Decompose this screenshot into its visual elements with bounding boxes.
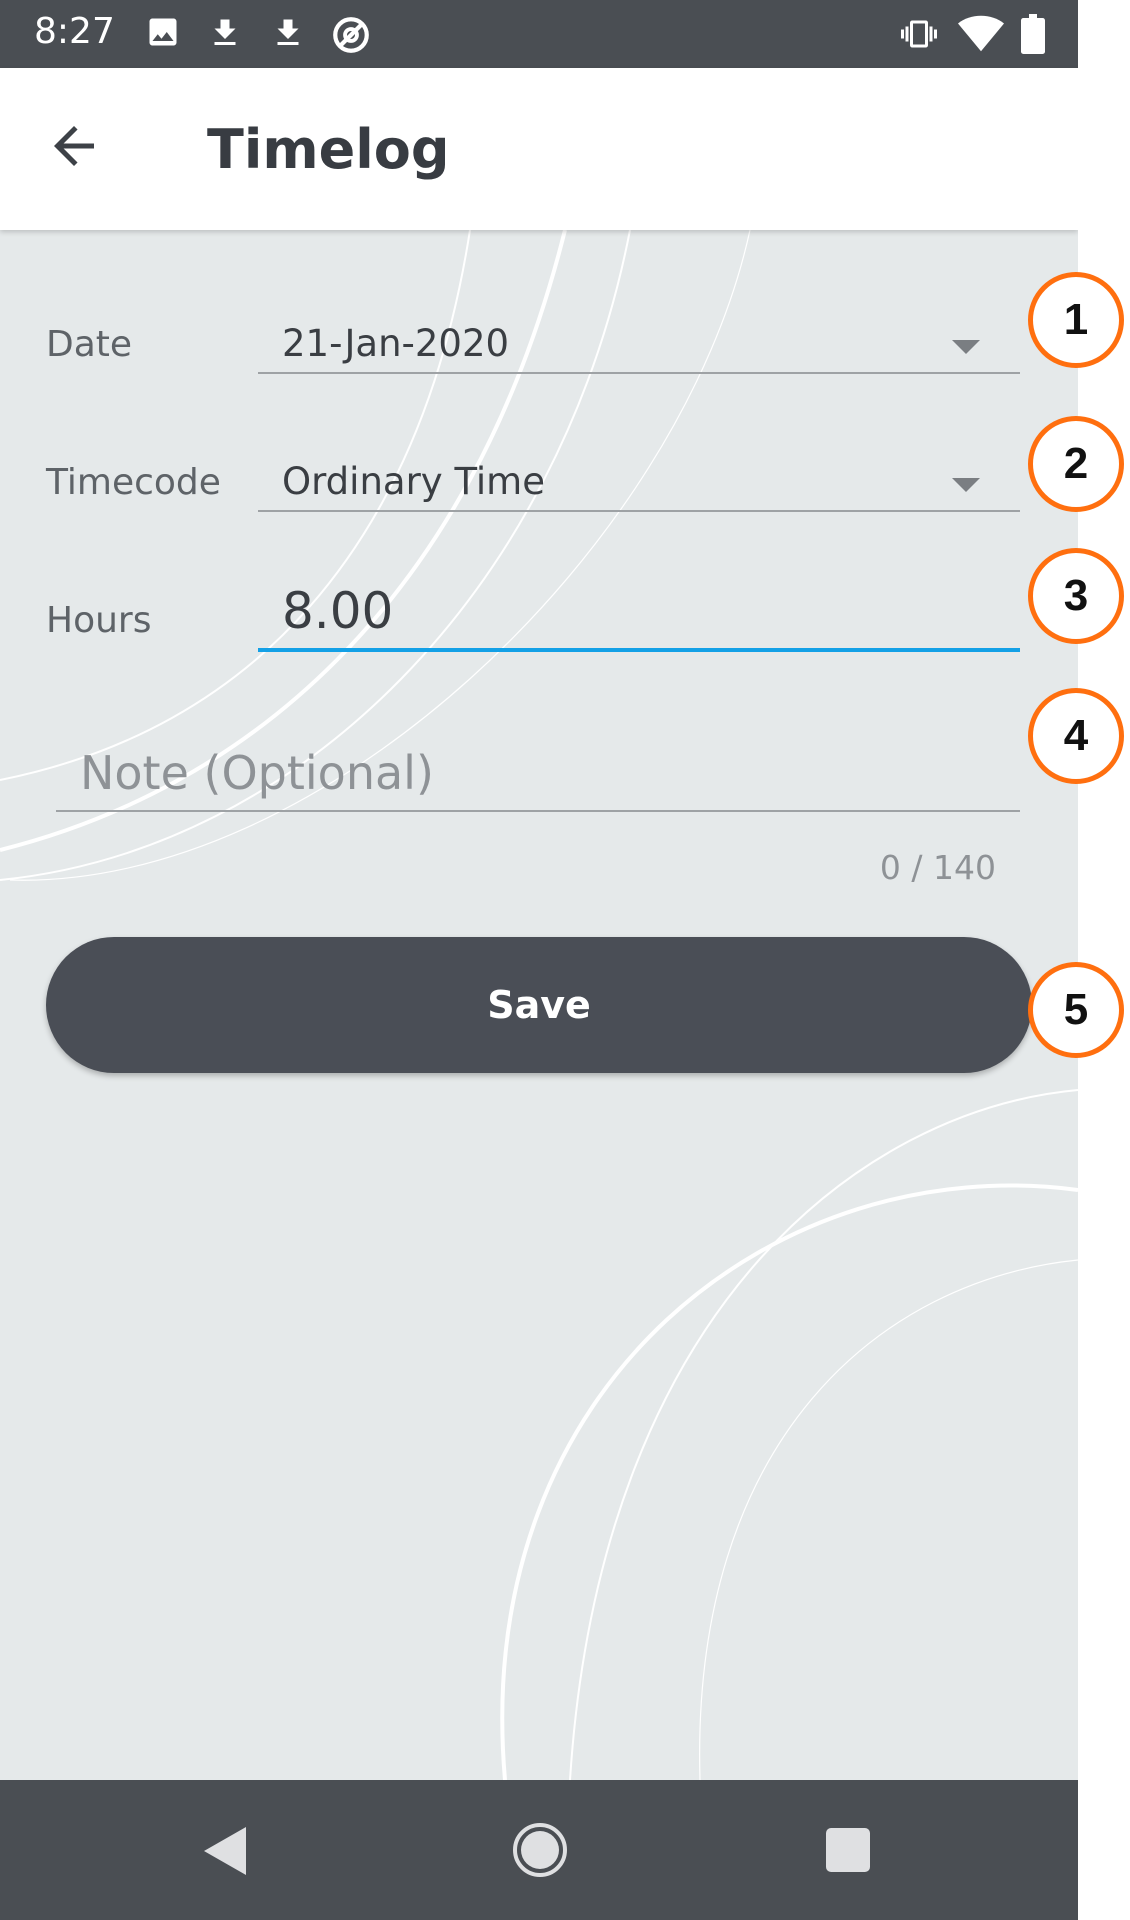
annotation-marker-5: 5 (1028, 962, 1124, 1058)
note-placeholder: Note (Optional) (80, 746, 434, 800)
date-dropdown[interactable]: 21-Jan-2020 (258, 312, 1020, 374)
date-value: 21-Jan-2020 (282, 322, 510, 365)
annotation-marker-2: 2 (1028, 416, 1124, 512)
wifi-icon (958, 14, 1004, 58)
annotation-marker-1: 1 (1028, 272, 1124, 368)
dropdown-arrow-icon (952, 340, 980, 354)
download-icon (207, 14, 243, 56)
hours-label: Hours (46, 600, 152, 641)
download-icon (270, 14, 306, 56)
data-saver-icon (330, 14, 372, 60)
nav-home-icon[interactable] (512, 1822, 568, 1882)
annotation-marker-4: 4 (1028, 688, 1124, 784)
timecode-dropdown[interactable]: Ordinary Time (258, 450, 1020, 512)
image-icon (145, 14, 181, 54)
status-bar: 8:27 (0, 0, 1078, 68)
save-button[interactable]: Save (46, 937, 1032, 1073)
timecode-label: Timecode (46, 462, 221, 503)
date-label: Date (46, 324, 133, 365)
status-time: 8:27 (34, 11, 115, 52)
nav-back-icon[interactable] (200, 1825, 248, 1881)
hours-value: 8.00 (282, 582, 394, 640)
app-bar: Timelog (0, 68, 1078, 230)
note-input[interactable]: Note (Optional) (56, 730, 1020, 812)
phone-screen: 8:27 Timelog Date 21-Jan-2020 Timecode O… (0, 0, 1078, 1920)
annotation-marker-3: 3 (1028, 548, 1124, 644)
hours-input[interactable]: 8.00 (258, 582, 1020, 652)
dropdown-arrow-icon (952, 478, 980, 492)
note-char-counter: 0 / 140 (879, 848, 996, 887)
timecode-value: Ordinary Time (282, 460, 545, 503)
arrow-back-icon[interactable] (44, 116, 104, 176)
system-nav-bar (0, 1780, 1078, 1920)
timelog-form: Date 21-Jan-2020 Timecode Ordinary Time … (0, 230, 1078, 1780)
page-title: Timelog (207, 118, 450, 181)
vibrate-icon (898, 16, 940, 56)
battery-icon (1021, 14, 1045, 58)
nav-recents-icon[interactable] (825, 1827, 871, 1877)
